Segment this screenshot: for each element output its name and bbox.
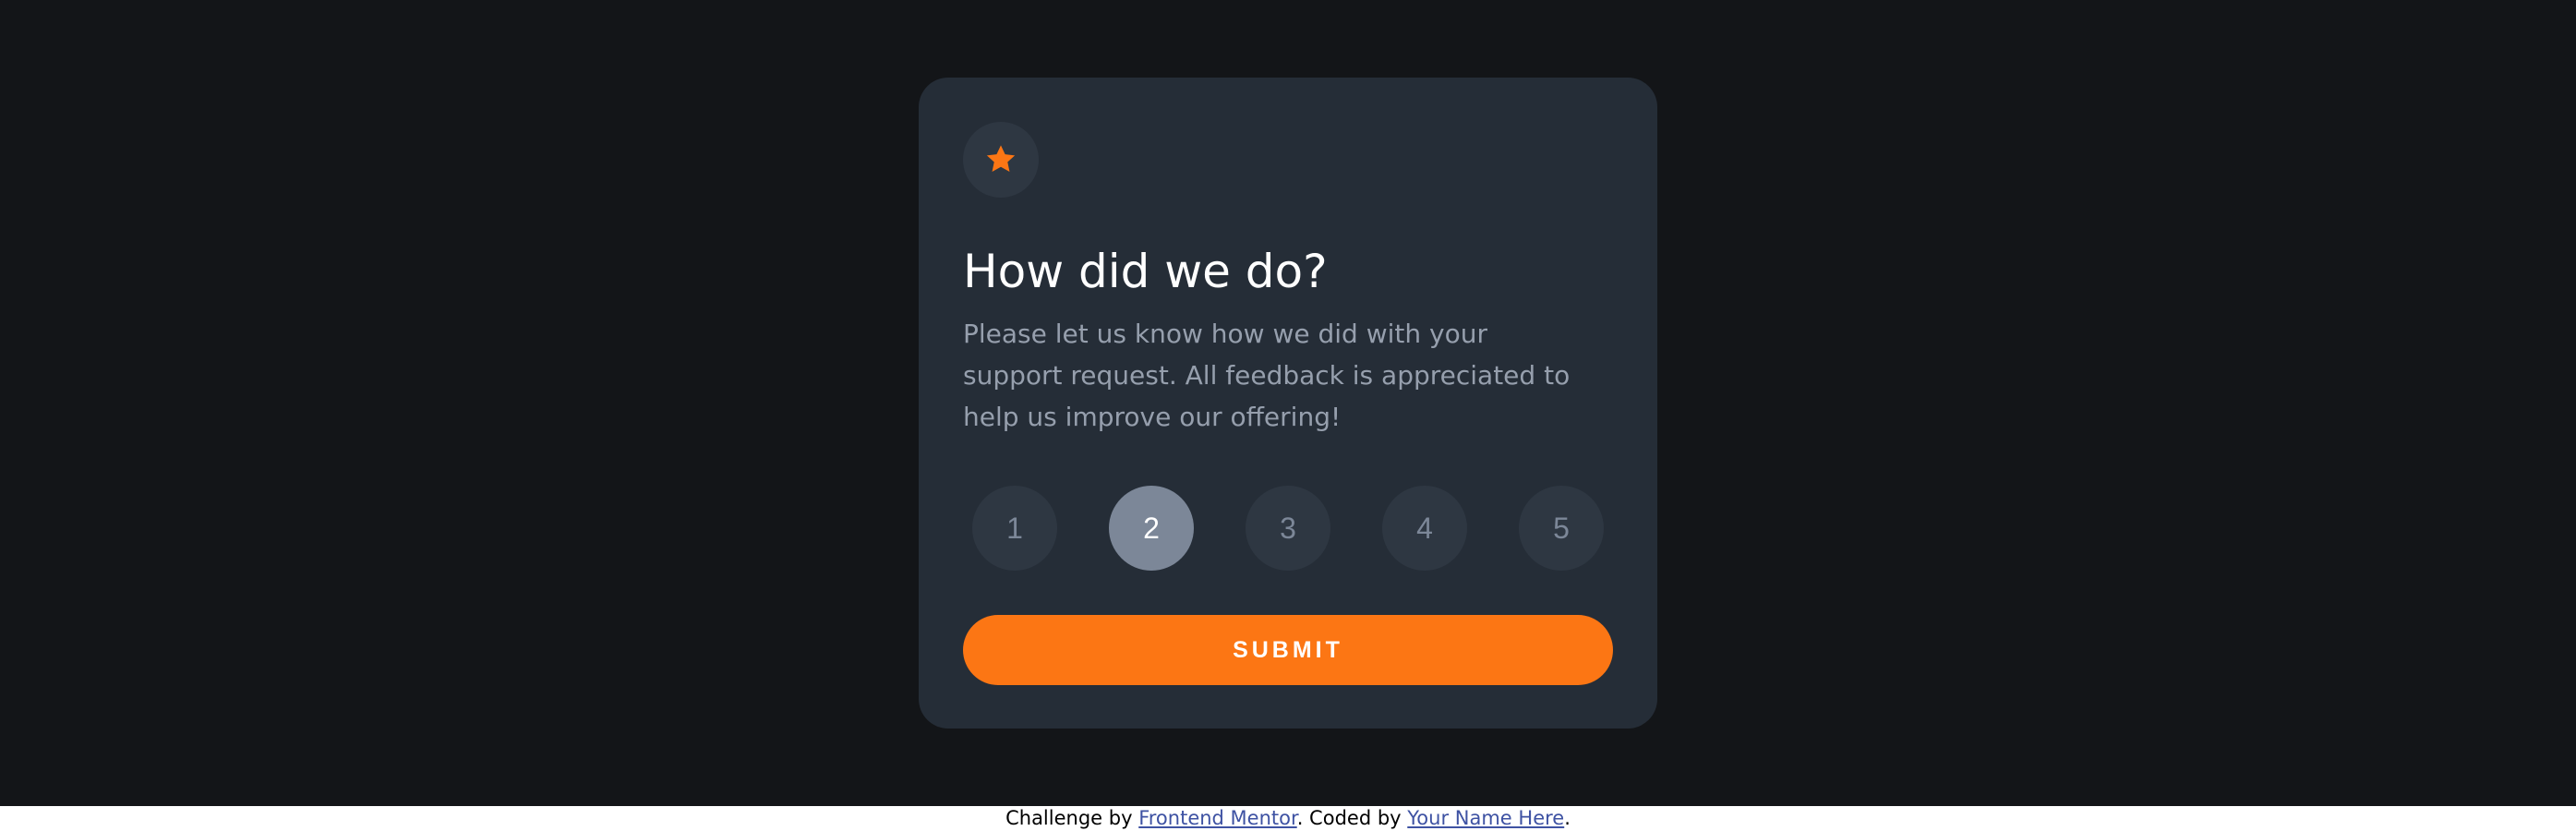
submit-button[interactable]: SUBMIT — [963, 615, 1613, 685]
attribution-suffix: . — [1564, 807, 1571, 829]
rating-button-1[interactable]: 1 — [972, 486, 1057, 571]
frontend-mentor-link[interactable]: Frontend Mentor — [1138, 807, 1297, 829]
rating-button-2[interactable]: 2 — [1109, 486, 1194, 571]
rating-button-4[interactable]: 4 — [1382, 486, 1467, 571]
star-badge — [963, 122, 1039, 198]
rating-card: How did we do? Please let us know how we… — [919, 78, 1657, 729]
attribution-footer: Challenge by Frontend Mentor. Coded by Y… — [0, 806, 2576, 831]
attribution-middle: . Coded by — [1296, 807, 1408, 829]
attribution-prefix: Challenge by — [1005, 807, 1139, 829]
rating-button-5[interactable]: 5 — [1519, 486, 1604, 571]
author-link[interactable]: Your Name Here — [1407, 807, 1564, 829]
card-description: Please let us know how we did with your … — [963, 319, 1571, 432]
page-background: How did we do? Please let us know how we… — [0, 0, 2576, 806]
rating-button-3[interactable]: 3 — [1246, 486, 1330, 571]
star-icon — [986, 145, 1016, 173]
rating-options: 1 2 3 4 5 — [972, 486, 1604, 571]
card-title: How did we do? — [963, 245, 1328, 298]
